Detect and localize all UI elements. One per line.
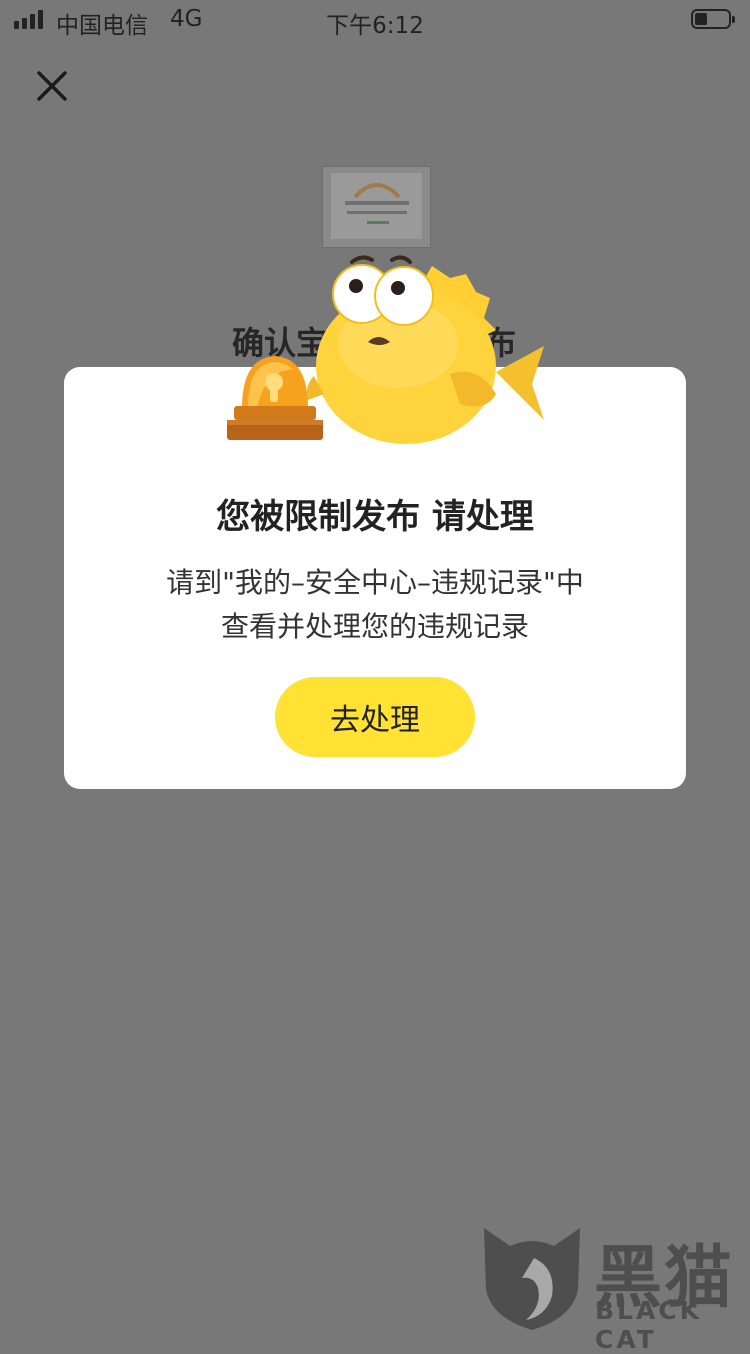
watermark: 黑猫 BLACK CAT (478, 1216, 750, 1354)
dialog-message-line1: 请到"我的–安全中心–违规记录"中 (166, 566, 584, 599)
watermark-brand-en: BLACK CAT (595, 1296, 703, 1354)
dialog-title: 您被限制发布 请处理 (216, 497, 534, 537)
fish-mascot (306, 255, 544, 444)
status-bar: 中国电信 4G 下午6:12 (0, 0, 750, 40)
close-button[interactable] (30, 64, 74, 108)
product-image (322, 166, 431, 248)
dialog-message-line2: 查看并处理您的违规记录 (220, 610, 529, 643)
black-cat-logo-icon (484, 1228, 580, 1330)
close-icon (37, 71, 67, 101)
handle-button[interactable]: 去处理 (275, 677, 475, 757)
dialog-message: 请到"我的–安全中心–违规记录"中 查看并处理您的违规记录 (104, 561, 646, 649)
battery-icon (691, 9, 735, 29)
status-time: 下午6:12 (326, 13, 424, 39)
